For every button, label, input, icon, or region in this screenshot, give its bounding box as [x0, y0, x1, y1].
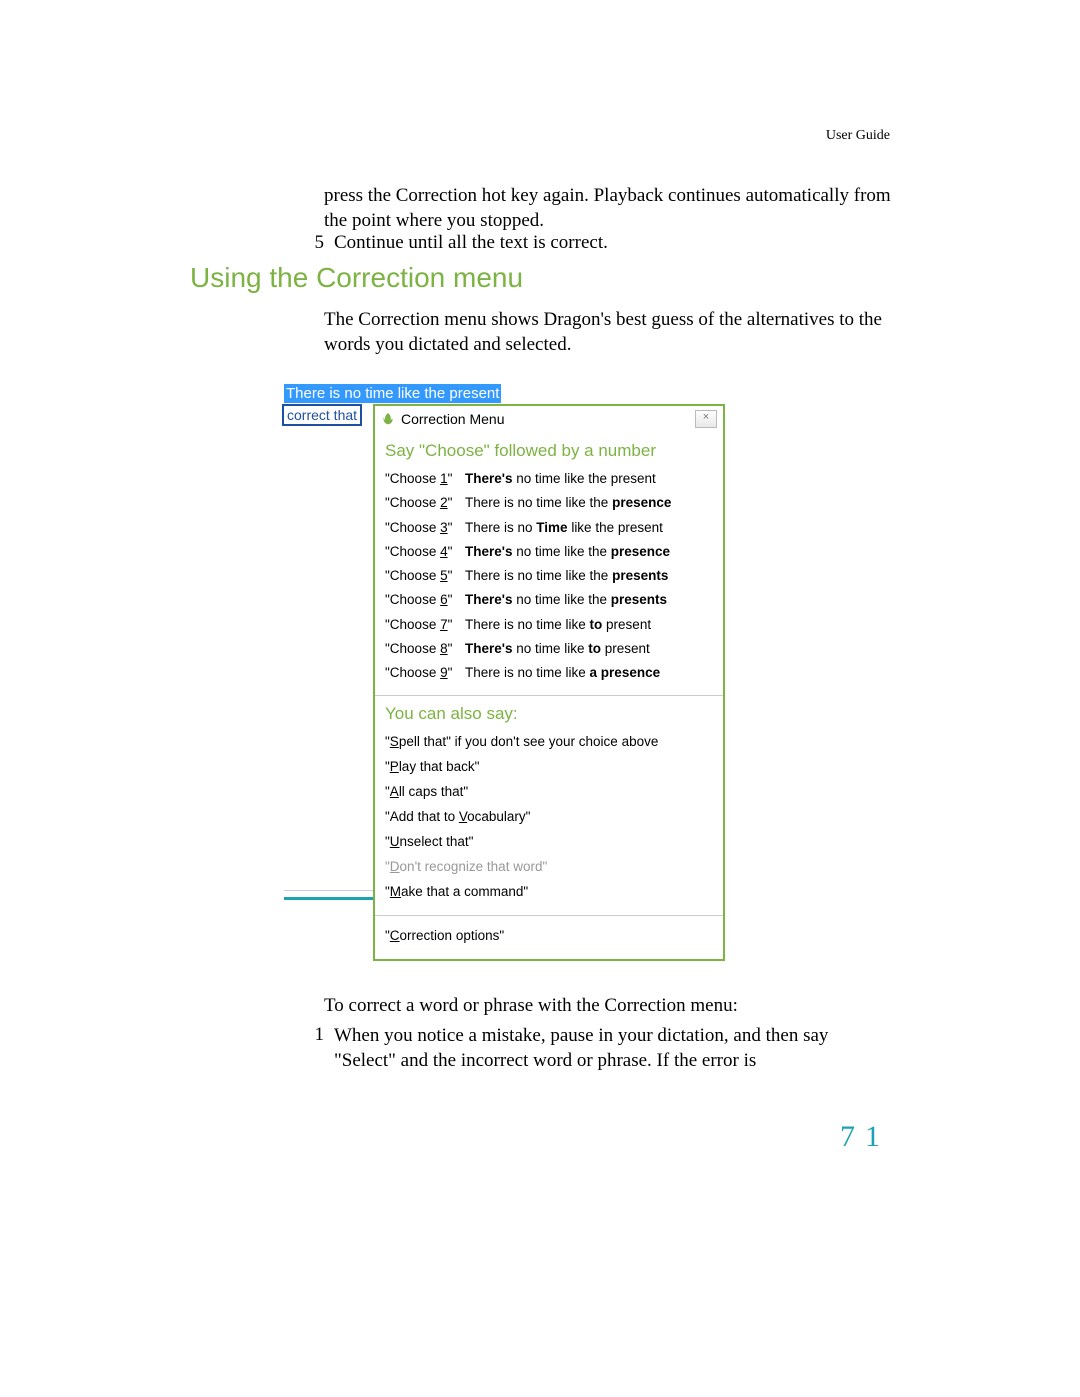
menu-title: Correction Menu — [401, 411, 695, 427]
callout-label: correct that — [282, 404, 362, 426]
also-say-item[interactable]: "Make that a command" — [385, 880, 713, 905]
paragraph-intro: The Correction menu shows Dragon's best … — [324, 308, 899, 357]
choice-item[interactable]: "Choose 9"There is no time like a presen… — [385, 661, 713, 685]
choice-item[interactable]: "Choose 1"There's no time like the prese… — [385, 467, 713, 491]
close-button[interactable]: × — [695, 410, 717, 428]
paragraph-continuation: press the Correction hot key again. Play… — [324, 184, 899, 233]
choice-item[interactable]: "Choose 8"There's no time like to presen… — [385, 637, 713, 661]
step-number: 5 — [300, 232, 324, 254]
also-say-item: "Don't recognize that word" — [385, 855, 713, 880]
choice-item[interactable]: "Choose 4"There's no time like the prese… — [385, 540, 713, 564]
also-heading: You can also say: — [385, 704, 713, 724]
menu-titlebar: Correction Menu × — [375, 406, 723, 433]
dragon-flame-icon — [381, 412, 395, 426]
also-say-item[interactable]: "Spell that" if you don't see your choic… — [385, 730, 713, 755]
also-say-item[interactable]: "Unselect that" — [385, 830, 713, 855]
step-1: 1 When you notice a mistake, pause in you… — [300, 1024, 900, 1073]
also-say-item[interactable]: "Play that back" — [385, 755, 713, 780]
step-5: 5 Continue until all the text is correct. — [300, 232, 900, 254]
choice-item[interactable]: "Choose 6"There's no time like the prese… — [385, 588, 713, 612]
step-text: Continue until all the text is correct. — [334, 232, 608, 253]
also-say-item[interactable]: "All caps that" — [385, 780, 713, 805]
also-say-item[interactable]: "Add that to Vocabulary" — [385, 805, 713, 830]
choice-item[interactable]: "Choose 7"There is no time like to prese… — [385, 613, 713, 637]
choice-item[interactable]: "Choose 3"There is no Time like the pres… — [385, 516, 713, 540]
step-text: When you notice a mistake, pause in your… — [334, 1024, 894, 1073]
paragraph-instruction: To correct a word or phrase with the Cor… — [324, 994, 899, 1019]
choose-section: Say "Choose" followed by a number "Choos… — [375, 433, 723, 695]
header-label: User Guide — [826, 128, 890, 144]
step-number: 1 — [300, 1024, 324, 1046]
page-number: 71 — [840, 1120, 890, 1154]
choice-item[interactable]: "Choose 2"There is no time like the pres… — [385, 491, 713, 515]
choice-item[interactable]: "Choose 5"There is no time like the pres… — [385, 564, 713, 588]
section-heading: Using the Correction menu — [190, 262, 523, 294]
selected-text-highlight: There is no time like the present — [284, 384, 501, 403]
also-say-section: You can also say: "Spell that" if you do… — [375, 695, 723, 914]
correction-menu: Correction Menu × Say "Choose" followed … — [373, 404, 725, 961]
correction-options-item[interactable]: "Correction options" — [385, 924, 713, 949]
options-section: "Correction options" — [375, 915, 723, 959]
choose-heading: Say "Choose" followed by a number — [385, 441, 713, 461]
